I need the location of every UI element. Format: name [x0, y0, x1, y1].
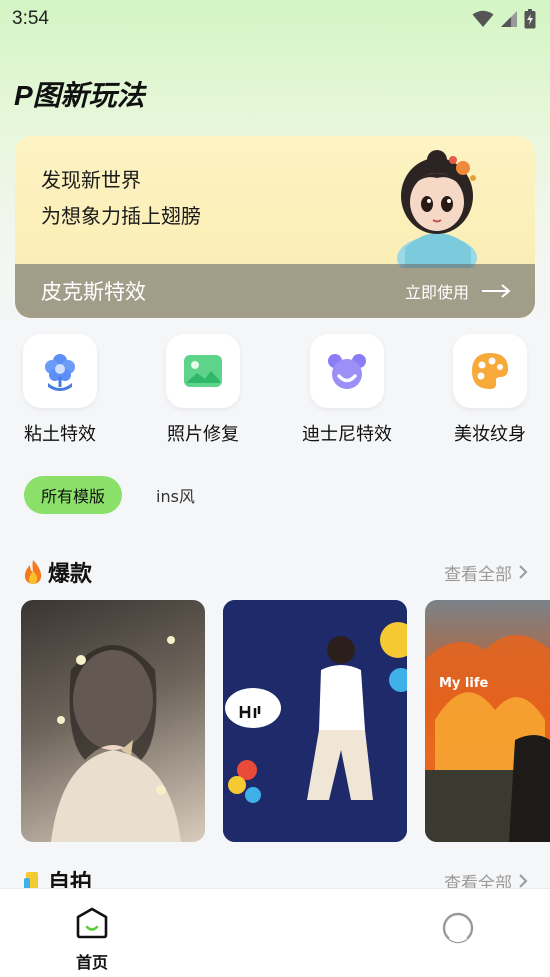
section-hot-header: 爆款 查看全部: [22, 557, 528, 587]
banner-headline: 发现新世界: [41, 168, 141, 192]
filter-tab-all-templates[interactable]: 所有模版: [24, 476, 122, 514]
template-card-hi-sticker[interactable]: [223, 600, 407, 842]
banner-use-now-button[interactable]: 立即使用: [405, 279, 511, 303]
template-card-butterfly[interactable]: [21, 600, 205, 842]
nav-home-tab[interactable]: 首页: [62, 907, 122, 973]
category-label: 粘土特效: [24, 424, 96, 445]
feature-banner[interactable]: 发现新世界 为想象力插上翅膀 皮克斯特效 立即使用: [15, 136, 535, 318]
profile-circle-icon: [442, 912, 474, 944]
category-photo-restore[interactable]: 照片修复: [148, 334, 258, 446]
status-time: 3:54: [12, 8, 49, 29]
card-caption: My life: [439, 676, 489, 691]
fire-icon: [24, 560, 42, 584]
home-icon: [76, 907, 108, 939]
category-label: 美妆纹身: [454, 424, 526, 445]
page-title: P图新玩法: [14, 80, 145, 111]
chevron-right-icon: [519, 874, 528, 888]
cartoon-girl-illustration: [397, 150, 477, 268]
category-tile: [310, 334, 384, 408]
template-card-my-life[interactable]: My life: [425, 600, 550, 842]
category-clay-effect[interactable]: 粘土特效: [5, 334, 115, 446]
category-tile: [23, 334, 97, 408]
category-makeup-tattoo[interactable]: 美妆纹身: [435, 334, 545, 446]
bear-icon: [328, 354, 366, 389]
flower-icon: [45, 354, 75, 391]
see-all-label: 查看全部: [444, 564, 512, 585]
category-tile: [166, 334, 240, 408]
banner-cta-label: 立即使用: [404, 283, 469, 302]
battery-icon: [524, 9, 536, 29]
section-hot-title: 爆款: [22, 556, 92, 588]
nav-profile-tab[interactable]: [438, 911, 478, 949]
arrow-right-icon: [482, 284, 511, 298]
palette-icon: [472, 353, 508, 389]
bottom-navigation: 首页: [0, 888, 550, 977]
image-icon: [184, 355, 222, 387]
nav-home-label: 首页: [75, 953, 108, 972]
status-bar: 3:54: [0, 0, 550, 38]
category-tile: [453, 334, 527, 408]
section-hot-label: 爆款: [48, 562, 93, 587]
filter-tab-ins-style[interactable]: ins风: [156, 476, 195, 514]
banner-effect-name: 皮克斯特效: [41, 280, 146, 304]
status-icons: [472, 9, 536, 29]
chevron-right-icon: [519, 565, 528, 579]
category-label: 迪士尼特效: [302, 424, 392, 445]
butterfly-portrait-image: [51, 636, 181, 842]
fire-scene-image: [425, 635, 550, 842]
signal-icon: [501, 11, 517, 27]
hot-see-all-link[interactable]: 查看全部: [444, 560, 528, 585]
category-grid: 粘土特效 照片修复 迪士尼特效 美妆纹身: [0, 334, 550, 446]
wifi-icon: [472, 10, 494, 27]
category-disney-effect[interactable]: 迪士尼特效: [292, 334, 402, 446]
sticker-girl-image: [223, 600, 407, 842]
category-label: 照片修复: [167, 424, 239, 445]
banner-subheadline: 为想象力插上翅膀: [41, 204, 201, 228]
banner-action-bar: 皮克斯特效 立即使用: [15, 264, 535, 318]
